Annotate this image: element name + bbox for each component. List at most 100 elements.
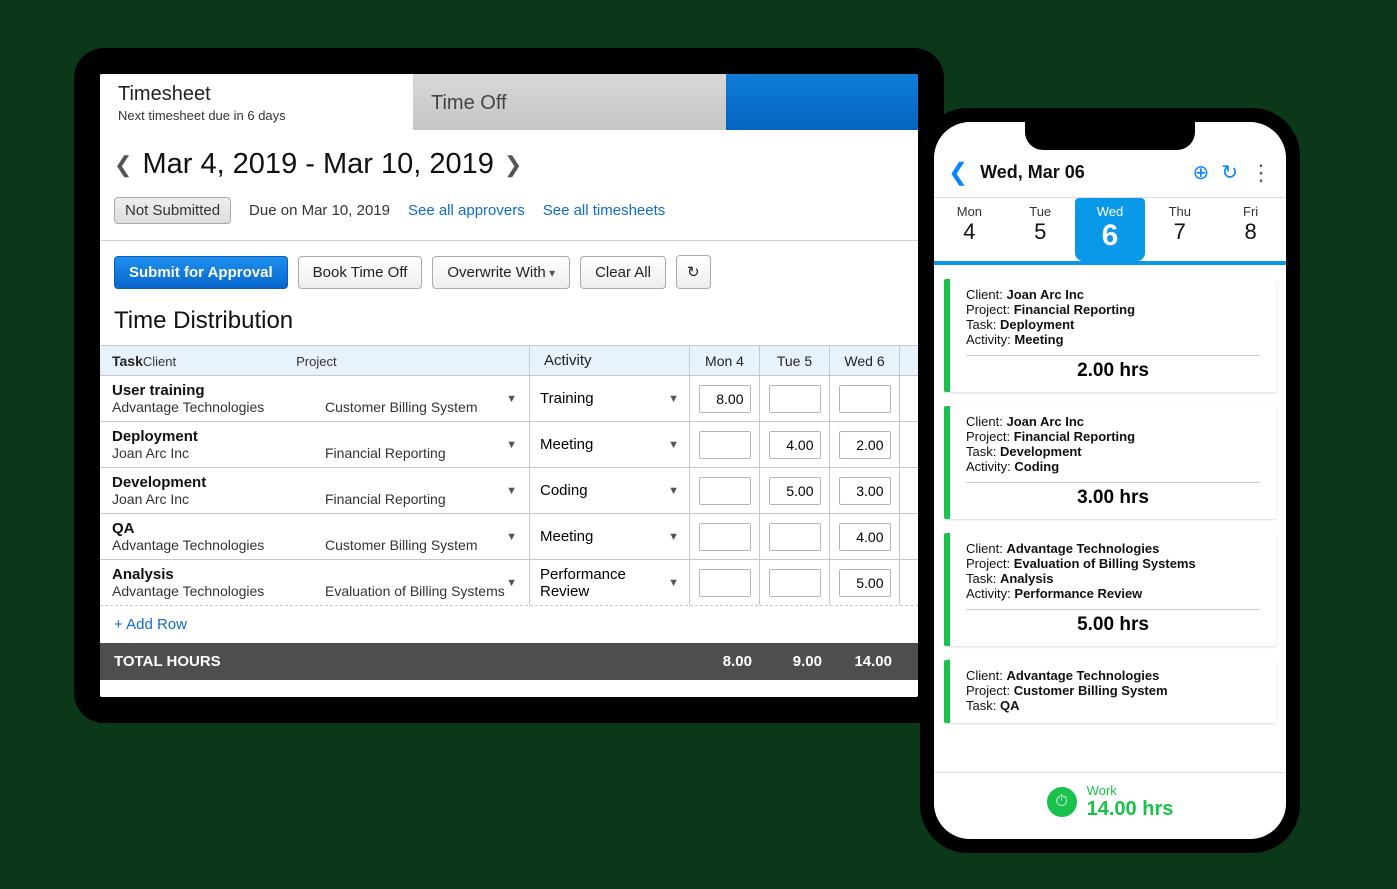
th-project: Project: [296, 354, 336, 369]
hours-cell: [830, 560, 900, 605]
th-day-2[interactable]: Wed 6: [830, 346, 900, 375]
task-cell[interactable]: Deployment Joan Arc IncFinancial Reporti…: [100, 422, 530, 467]
time-distribution-table: Task Client Project Activity Mon 4 Tue 5…: [100, 345, 918, 680]
day-cell[interactable]: Thu7: [1144, 198, 1215, 261]
total-day-1: 9.00: [760, 643, 830, 680]
client-name: Advantage Technologies: [112, 537, 325, 553]
clear-all-button[interactable]: Clear All: [580, 256, 666, 289]
card-project: Project: Customer Billing System: [966, 683, 1260, 698]
time-entry-card[interactable]: Client: Joan Arc Inc Project: Financial …: [944, 279, 1276, 392]
activity-cell[interactable]: Meeting ▼: [530, 422, 690, 467]
add-icon[interactable]: ⊕: [1192, 160, 1209, 185]
activity-cell[interactable]: Meeting ▼: [530, 514, 690, 559]
dropdown-icon[interactable]: ▼: [668, 439, 679, 451]
day-cell[interactable]: Wed6: [1075, 198, 1146, 261]
hours-input[interactable]: [839, 385, 891, 413]
task-name: User training: [112, 382, 478, 399]
day-cell[interactable]: Mon4: [934, 198, 1005, 261]
total-day-0: 8.00: [690, 643, 760, 680]
timer-icon[interactable]: ⏱: [1047, 787, 1077, 817]
task-cell[interactable]: Analysis Advantage TechnologiesEvaluatio…: [100, 560, 530, 605]
time-entry-card[interactable]: Client: Advantage Technologies Project: …: [944, 533, 1276, 646]
hours-input[interactable]: [769, 523, 821, 551]
tab-timesheet-sub: Next timesheet due in 6 days: [118, 108, 395, 123]
hours-input[interactable]: [769, 569, 821, 597]
activity-cell[interactable]: Training ▼: [530, 376, 690, 421]
dropdown-icon[interactable]: ▼: [506, 439, 517, 451]
prev-week-icon[interactable]: ❮: [114, 152, 132, 178]
dropdown-icon[interactable]: ▼: [668, 577, 679, 589]
timesheets-link[interactable]: See all timesheets: [543, 202, 666, 219]
activity-cell[interactable]: Coding ▼: [530, 468, 690, 513]
time-entry-card[interactable]: Client: Joan Arc Inc Project: Financial …: [944, 406, 1276, 519]
tab-rest: [726, 74, 918, 130]
dropdown-icon[interactable]: ▼: [668, 393, 679, 405]
task-cell[interactable]: Development Joan Arc IncFinancial Report…: [100, 468, 530, 513]
cards-list[interactable]: Client: Joan Arc Inc Project: Financial …: [934, 265, 1286, 745]
day-cell[interactable]: Fri8: [1215, 198, 1286, 261]
activity-cell[interactable]: Performance Review ▼: [530, 560, 690, 605]
total-day-2: 14.00: [830, 643, 900, 680]
overwrite-with-button[interactable]: Overwrite With: [432, 256, 570, 289]
table-header: Task Client Project Activity Mon 4 Tue 5…: [100, 346, 918, 376]
hours-input[interactable]: [839, 431, 891, 459]
hours-input[interactable]: [839, 569, 891, 597]
status-pill: Not Submitted: [114, 197, 231, 224]
dropdown-icon[interactable]: ▼: [506, 485, 517, 497]
phone-title: Wed, Mar 06: [980, 162, 1180, 183]
approvers-link[interactable]: See all approvers: [408, 202, 525, 219]
hours-cell: [760, 376, 830, 421]
task-name: QA: [112, 520, 478, 537]
tab-timesheet-label: Timesheet: [118, 83, 395, 106]
hours-input[interactable]: [699, 569, 751, 597]
card-task: Task: QA: [966, 698, 1260, 713]
card-task: Task: Deployment: [966, 317, 1260, 332]
dropdown-icon[interactable]: ▼: [668, 485, 679, 497]
hours-cell: [690, 514, 760, 559]
day-of-week: Wed: [1075, 204, 1146, 219]
hours-input[interactable]: [699, 431, 751, 459]
hours-cell: [830, 514, 900, 559]
hours-input[interactable]: [839, 523, 891, 551]
back-icon[interactable]: ❮: [948, 158, 968, 187]
activity-name: Coding: [540, 482, 588, 499]
card-hours: 5.00 hrs: [966, 614, 1260, 636]
sync-icon[interactable]: ↻: [1221, 160, 1238, 185]
activity-name: Performance Review: [540, 566, 668, 600]
hours-input[interactable]: [699, 477, 751, 505]
more-icon[interactable]: ⋮: [1250, 160, 1272, 186]
hours-cell: [830, 376, 900, 421]
project-name: Financial Reporting: [325, 445, 446, 461]
hours-input[interactable]: [699, 523, 751, 551]
card-activity: Activity: Coding: [966, 459, 1260, 474]
tab-timeoff[interactable]: Time Off: [413, 74, 726, 130]
refresh-button[interactable]: ↻: [676, 255, 711, 289]
table-row: Development Joan Arc IncFinancial Report…: [100, 468, 918, 514]
day-cell[interactable]: Tue5: [1005, 198, 1076, 261]
hours-input[interactable]: [769, 431, 821, 459]
project-name: Evaluation of Billing Systems: [325, 583, 505, 599]
hours-input[interactable]: [699, 385, 751, 413]
dropdown-icon[interactable]: ▼: [668, 531, 679, 543]
hours-input[interactable]: [769, 385, 821, 413]
day-number: 4: [934, 219, 1005, 245]
next-week-icon[interactable]: ❯: [504, 152, 522, 178]
card-client: Client: Advantage Technologies: [966, 541, 1260, 556]
project-name: Customer Billing System: [325, 399, 478, 415]
hours-input[interactable]: [839, 477, 891, 505]
dropdown-icon[interactable]: ▼: [506, 393, 517, 405]
th-day-0[interactable]: Mon 4: [690, 346, 760, 375]
task-cell[interactable]: User training Advantage TechnologiesCust…: [100, 376, 530, 421]
dropdown-icon[interactable]: ▼: [506, 577, 517, 589]
add-row-link[interactable]: + Add Row: [100, 606, 918, 643]
tabs-strip: Timesheet Next timesheet due in 6 days T…: [100, 74, 918, 130]
time-entry-card[interactable]: Client: Advantage Technologies Project: …: [944, 660, 1276, 723]
submit-approval-button[interactable]: Submit for Approval: [114, 256, 288, 289]
dropdown-icon[interactable]: ▼: [506, 531, 517, 543]
task-cell[interactable]: QA Advantage TechnologiesCustomer Billin…: [100, 514, 530, 559]
th-day-1[interactable]: Tue 5: [760, 346, 830, 375]
book-time-off-button[interactable]: Book Time Off: [298, 256, 423, 289]
tab-timesheet[interactable]: Timesheet Next timesheet due in 6 days: [100, 74, 413, 130]
hours-cell: [690, 560, 760, 605]
hours-input[interactable]: [769, 477, 821, 505]
